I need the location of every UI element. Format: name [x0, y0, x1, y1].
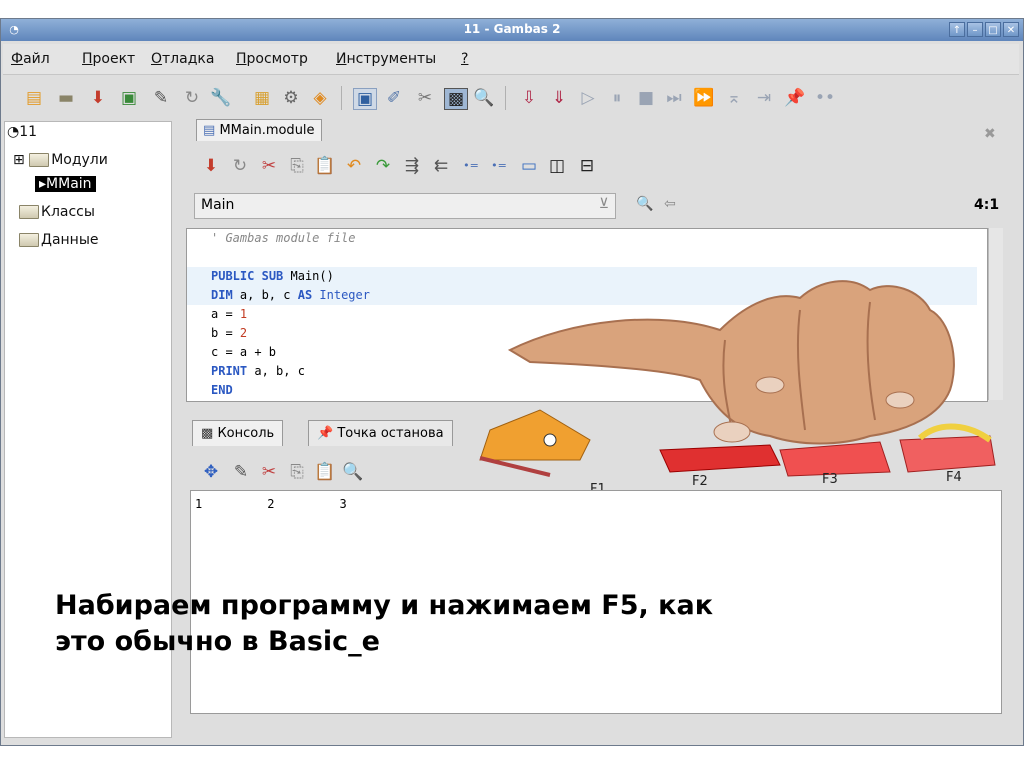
folder-icon	[19, 205, 39, 219]
search-icon[interactable]: 🔍	[473, 88, 495, 108]
menu-help[interactable]: ?	[461, 51, 468, 67]
back-icon[interactable]: ⇦	[664, 196, 676, 212]
run-to-cursor-icon[interactable]: ⇥	[753, 88, 775, 108]
window-title: 11 - Gambas 2	[463, 22, 561, 36]
menu-project[interactable]: Проект	[82, 51, 135, 67]
package-icon[interactable]: ◈	[309, 88, 331, 108]
code-line: ' Gambas module file	[211, 231, 356, 245]
breakpoint-icon[interactable]: 📌	[784, 88, 806, 108]
stop-icon[interactable]: ■	[635, 88, 657, 108]
console-toolbar: ✥ ✎ ✂ ⎘ 📋 🔍	[196, 458, 456, 488]
fkey-label: F2	[692, 474, 708, 489]
close-tab-icon[interactable]: ✖	[984, 126, 996, 142]
maximize-button[interactable]: □	[985, 22, 1001, 37]
step-forward-icon[interactable]: ⏭	[663, 88, 685, 108]
chevron-down-icon: ⊻	[598, 196, 609, 212]
edit-icon[interactable]: ✐	[383, 88, 405, 108]
cut-icon[interactable]: ✂	[258, 156, 280, 176]
overlay-caption: Набираем программу и нажимаем F5, как эт…	[55, 588, 713, 660]
new-file-icon[interactable]: ▤	[23, 88, 45, 108]
redo-icon[interactable]: ↷	[372, 156, 394, 176]
title-bar[interactable]: ◔ 11 - Gambas 2 ↑ – □ ✕	[1, 19, 1023, 41]
caption-line: это обычно в Basic_е	[55, 626, 380, 657]
hand-illustration	[479, 280, 996, 477]
main-toolbar: ▤ ▬ ⬇ ▣ ✎ ↻ 🔧 ▦ ⚙ ◈ ▣ ✐ ✂ ▩ 🔍 ⇩ ⇓ ▷ ⏸ ■ …	[3, 76, 1019, 120]
undo-icon[interactable]: ↶	[343, 156, 365, 176]
save-as-icon[interactable]: ▣	[118, 88, 140, 108]
tools-icon[interactable]: ✂	[414, 88, 436, 108]
step-out-icon[interactable]: ⌅	[723, 88, 745, 108]
menu-debug[interactable]: Отладка	[151, 51, 214, 67]
step-into-icon[interactable]: ⇩	[518, 88, 540, 108]
paste-icon[interactable]: 📋	[314, 156, 336, 176]
wrench-icon[interactable]: 🔧	[210, 88, 232, 108]
fast-forward-icon[interactable]: ⏩	[693, 88, 715, 108]
tab-mmain-module[interactable]: ▤ MMain.module	[196, 119, 322, 141]
single-view-icon[interactable]: ▭	[518, 156, 540, 176]
code-line: c = a + b	[211, 345, 277, 359]
editor-toolbar: ⬇ ↻ ✂ ⎘ 📋 ↶ ↷ ⇶ ⇇ •= •= ▭ ◫ ⊟	[196, 150, 696, 186]
split-vertical-icon[interactable]: ◫	[546, 156, 568, 176]
folder-icon	[29, 153, 50, 167]
pause-icon[interactable]: ⏸	[606, 88, 628, 108]
tree-folder-data[interactable]: Данные	[19, 232, 99, 248]
code-line: PRINT a, b, c	[211, 364, 305, 378]
open-folder-icon[interactable]: ▬	[55, 88, 77, 108]
console-text: 1 2 3	[195, 497, 347, 511]
find-icon[interactable]: 🔍	[636, 196, 653, 212]
caption-line: Набираем программу и нажимаем F5, как	[55, 590, 714, 621]
code-line: PUBLIC SUB Main()	[211, 269, 334, 283]
search-icon[interactable]: 🔍	[342, 462, 364, 482]
make-icon[interactable]: ▦	[251, 88, 273, 108]
code-line: b = 2	[211, 326, 248, 340]
compile-icon[interactable]: ⚙	[280, 88, 302, 108]
fkey-label: F4	[946, 470, 962, 485]
code-line: a = 1	[211, 307, 248, 321]
code-line: DIM a, b, c AS Integer	[211, 288, 370, 302]
move-icon[interactable]: ✥	[200, 462, 222, 482]
unindent-icon[interactable]: ⇇	[430, 156, 452, 176]
split-horizontal-icon[interactable]: ⊟	[576, 156, 598, 176]
folder-icon	[19, 233, 39, 247]
tree-item-mmain[interactable]: ▸MMain	[35, 176, 96, 192]
indent-icon[interactable]: ⇶	[401, 156, 423, 176]
console-view-icon[interactable]: ▩	[444, 88, 468, 110]
refresh-icon[interactable]: ↻	[181, 88, 203, 108]
cut-icon[interactable]: ✂	[258, 462, 280, 482]
watch-icon[interactable]: ••	[814, 88, 836, 108]
tree-folder-modules[interactable]: ⊞ Модули	[13, 152, 108, 168]
uncomment-icon[interactable]: •=	[488, 156, 510, 176]
paste-icon[interactable]: 📋	[314, 462, 336, 482]
tree-folder-classes[interactable]: Классы	[19, 204, 95, 220]
project-view-icon[interactable]: ▣	[353, 88, 377, 110]
fkey-label: F3	[822, 472, 838, 487]
step-over-icon[interactable]: ⇓	[548, 88, 570, 108]
clear-icon[interactable]: ✎	[230, 462, 252, 482]
pin-icon[interactable]: ↑	[949, 22, 965, 37]
save-icon[interactable]: ⬇	[200, 156, 222, 176]
menu-bar: Файл Проект Отладка Просмотр Инструменты…	[3, 44, 1019, 75]
menu-tools[interactable]: Инструменты	[336, 51, 436, 67]
menu-file[interactable]: Файл	[11, 51, 50, 67]
cursor-position: 4:1	[974, 197, 1000, 213]
run-icon[interactable]: ▷	[577, 88, 599, 108]
code-line: END	[211, 383, 233, 397]
close-button[interactable]: ✕	[1003, 22, 1019, 37]
procedure-select[interactable]: Main ⊻	[194, 193, 616, 219]
tab-breakpoint[interactable]: 📌 Точка останова	[308, 420, 453, 446]
menu-view[interactable]: Просмотр	[236, 51, 308, 67]
minimize-button[interactable]: –	[967, 22, 983, 37]
comment-icon[interactable]: •=	[460, 156, 482, 176]
copy-icon[interactable]: ⎘	[286, 462, 308, 482]
tree-root[interactable]: ◔11	[7, 124, 37, 140]
refresh-icon[interactable]: ↻	[229, 156, 251, 176]
tab-console[interactable]: ▩ Консоль	[192, 420, 284, 446]
properties-icon[interactable]: ✎	[150, 88, 172, 108]
copy-icon[interactable]: ⎘	[286, 156, 308, 176]
save-icon[interactable]: ⬇	[87, 88, 109, 108]
